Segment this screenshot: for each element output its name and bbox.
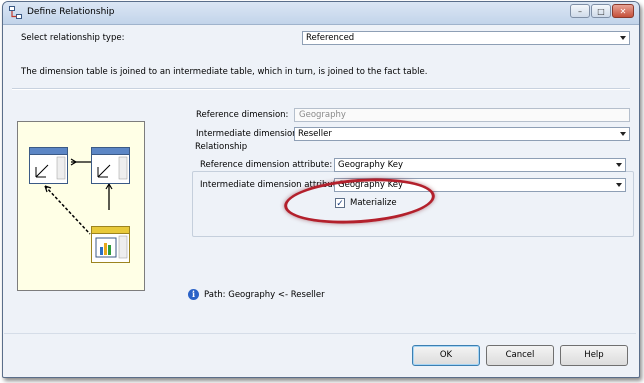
ok-button[interactable]: OK: [412, 345, 480, 366]
intermediate-dimension-table-icon: [91, 147, 130, 184]
title-bar[interactable]: Define Relationship – □ ✕: [3, 2, 639, 25]
chevron-down-icon: [620, 132, 626, 136]
intermediate-dimension-value: Reseller: [298, 129, 332, 139]
dashed-connector: [44, 185, 91, 235]
reference-attribute-dropdown[interactable]: Geography Key: [334, 158, 626, 172]
divider: [12, 88, 630, 90]
reference-dimension-field: Geography: [294, 108, 630, 122]
window-title: Define Relationship: [27, 7, 115, 17]
relationship-type-label: Select relationship type:: [21, 33, 125, 43]
relationship-type-dropdown[interactable]: Referenced: [302, 31, 630, 45]
chevron-down-icon: [620, 36, 626, 40]
relationship-app-icon: [9, 6, 22, 19]
chevron-down-icon: [616, 163, 622, 167]
button-bar: OK Cancel Help: [4, 333, 636, 376]
chevron-down-icon: [616, 183, 622, 187]
path-info-text: Path: Geography <- Reseller: [204, 290, 325, 300]
relationship-description: The dimension table is joined to an inte…: [21, 67, 428, 77]
fact-table-icon: [91, 226, 130, 263]
intermediate-dimension-label: Intermediate dimension:: [196, 129, 301, 139]
reference-dimension-label: Reference dimension:: [196, 110, 289, 120]
close-button[interactable]: ✕: [612, 4, 634, 18]
relationship-group-title: Relationship: [194, 142, 249, 152]
intermediate-dimension-dropdown[interactable]: Reseller: [294, 127, 630, 141]
help-button[interactable]: Help: [560, 345, 628, 366]
reference-dimension-table-icon: [29, 147, 68, 184]
relationship-diagram: [17, 121, 145, 291]
info-icon: i: [188, 289, 199, 300]
minimize-button[interactable]: –: [570, 4, 590, 18]
reference-attribute-label: Reference dimension attribute:: [200, 160, 333, 170]
maximize-button[interactable]: □: [591, 4, 611, 18]
relationship-type-value: Referenced: [306, 33, 355, 43]
cancel-button[interactable]: Cancel: [486, 345, 554, 366]
reference-attribute-value: Geography Key: [338, 160, 404, 170]
